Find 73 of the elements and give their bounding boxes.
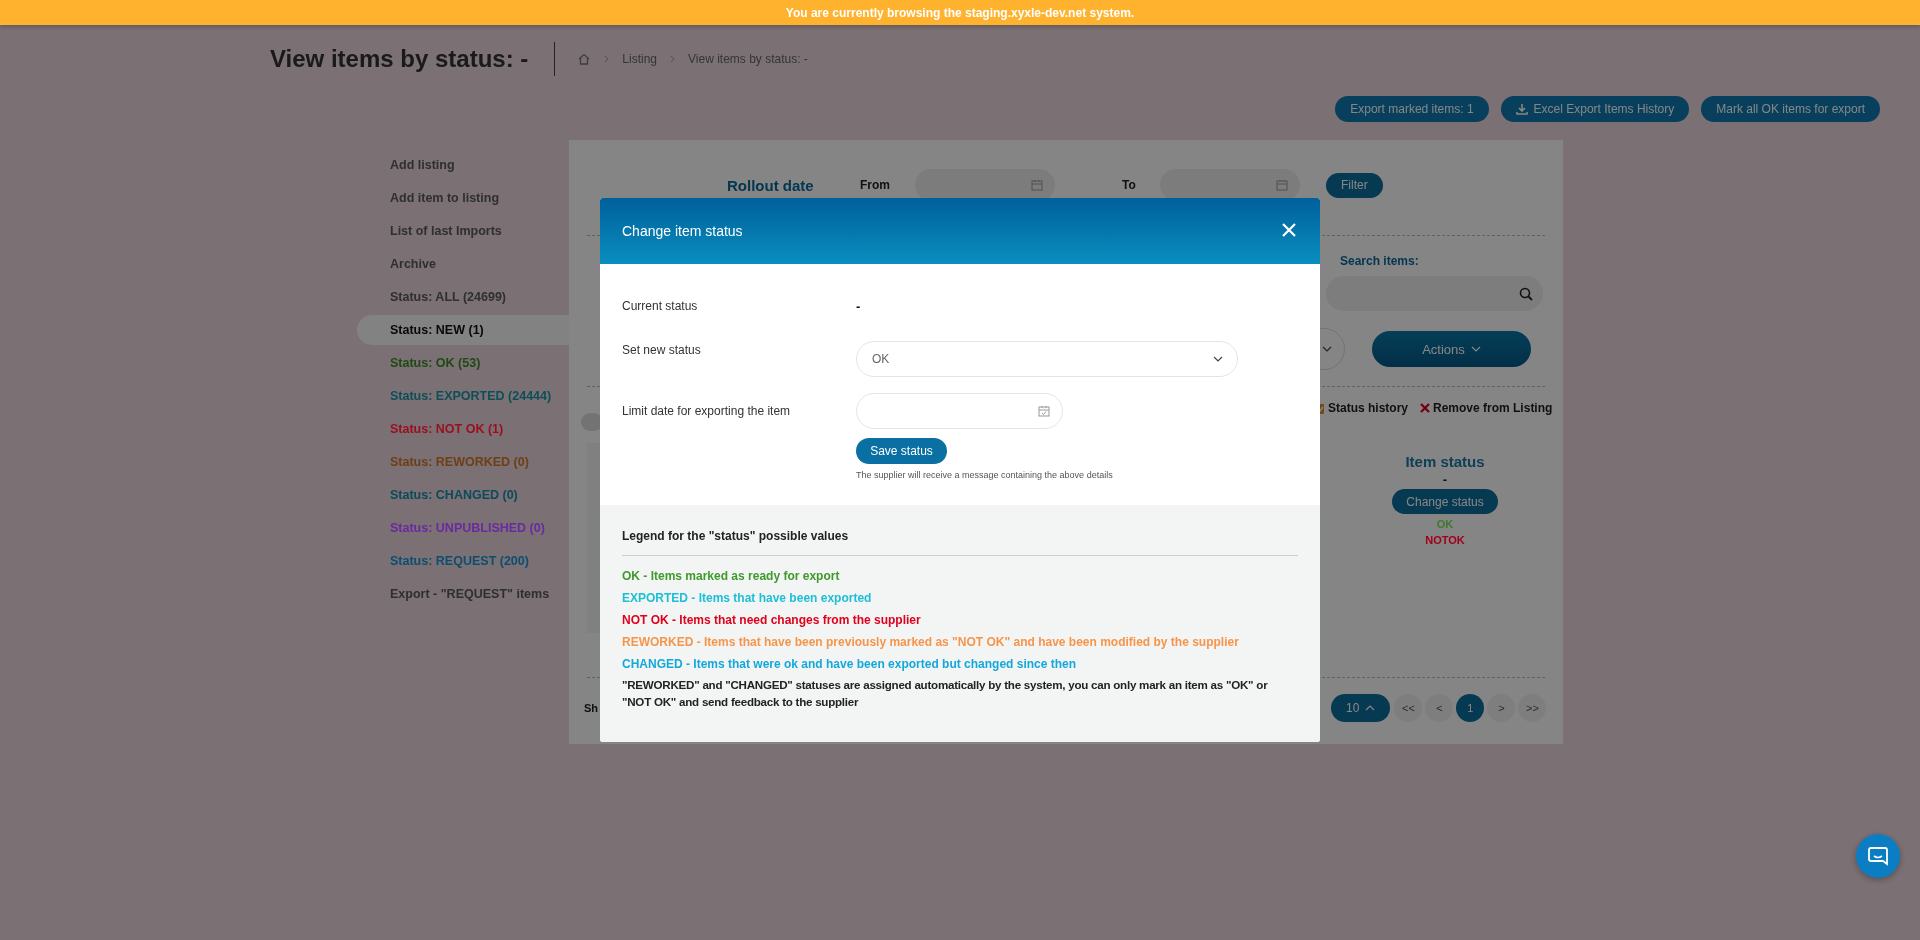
page-title: View items by status: -: [270, 44, 529, 73]
legend-item: NOT OK - Items that need changes from the supplier: [622, 613, 922, 627]
legend-item: REWORKED - Items that have been previously marked as "NOT OK" and have been modified by the supplier: [622, 635, 1240, 649]
date-field[interactable]: [1160, 169, 1300, 201]
chat-icon: [1868, 846, 1888, 866]
sidebar-item[interactable]: List of last Imports: [357, 216, 569, 246]
sidebar-item[interactable]: Status: EXPORTED (24444): [357, 381, 569, 411]
close-icon: [1420, 403, 1430, 413]
column-heading: Item status: [1405, 453, 1485, 470]
close-icon: [1281, 221, 1297, 238]
date-field[interactable]: [915, 169, 1055, 201]
to-label: To: [1122, 178, 1137, 192]
sidebar-item[interactable]: Status: NEW (1): [357, 315, 569, 345]
pagination-button[interactable]: >: [1487, 694, 1516, 722]
sidebar-item[interactable]: Status: NOT OK (1): [357, 414, 569, 444]
sidebar-item[interactable]: Status: ALL (24699): [357, 282, 569, 312]
from-label: From: [860, 178, 891, 192]
status-option[interactable]: NOTOK: [1425, 534, 1465, 546]
search-icon: [1519, 286, 1533, 301]
search-label: Search items:: [1340, 254, 1420, 268]
helper-text: The supplier will receive a message containing the above details: [856, 470, 1113, 480]
chevron-up-icon: [1365, 705, 1376, 711]
chevron-down-icon: [1213, 356, 1223, 362]
field-label: Limit date for exporting the item: [622, 403, 792, 420]
field-label: Current status: [622, 299, 699, 314]
filter-label: Rollout date: [727, 176, 815, 194]
chevron-icon: [604, 54, 610, 63]
breadcrumb-link[interactable]: View items by status: -: [688, 51, 808, 66]
pagination-button[interactable]: <<: [1394, 694, 1423, 722]
breadcrumb-link[interactable]: Listing: [622, 51, 657, 66]
pagination-button[interactable]: <: [1425, 694, 1454, 722]
chevron-down-icon: [1322, 346, 1332, 352]
toggle-knob: [581, 413, 603, 431]
banner-text: You are currently browsing the staging.xyxle-dev.net system.: [785, 5, 1135, 20]
legend-item: EXPORTED - Items that have been exported: [622, 591, 873, 605]
chevron-icon: [670, 54, 675, 63]
calendar-icon: [1031, 179, 1043, 191]
legend-note: "REWORKED" and "CHANGED" statuses are assigned automatically by the system, you can only mark an item as "OK" or "NOT OK" and send feedback to the supplier: [622, 677, 1269, 710]
legend-item: CHANGED - Items that were ok and have been exported but changed since then: [622, 657, 1078, 671]
calendar-icon: [1038, 405, 1050, 417]
sidebar-item[interactable]: Status: REWORKED (0): [357, 447, 569, 477]
field-label: Set new status: [622, 342, 702, 359]
footer-text: Sh: [584, 702, 600, 714]
sidebar-item[interactable]: Status: UNPUBLISHED (0): [357, 513, 569, 543]
filter-button[interactable]: Filter: [1326, 172, 1383, 198]
download-icon: [1515, 103, 1528, 115]
toolbar-button[interactable]: Excel Export Items History: [1500, 96, 1690, 122]
status-value: -: [1442, 472, 1448, 487]
change-status-button[interactable]: Change status: [1392, 489, 1498, 514]
sidebar-item[interactable]: Add item to listing: [357, 183, 569, 213]
sidebar-item[interactable]: Status: CHANGED (0): [357, 480, 569, 510]
chevron-down-icon: [1470, 346, 1481, 352]
home-icon: [577, 51, 592, 66]
toolbar-button[interactable]: Export marked items: 1: [1335, 96, 1489, 122]
sidebar-item[interactable]: Add listing: [357, 150, 569, 180]
pagination-button[interactable]: 1: [1456, 694, 1485, 722]
dialog-title: Change item status: [622, 223, 743, 239]
actions-button[interactable]: Actions: [1372, 331, 1531, 367]
legend-title: Legend for the "status" possible values: [622, 529, 850, 543]
sidebar-item[interactable]: Status: REQUEST (200): [357, 546, 569, 576]
toolbar-button[interactable]: Mark all OK items for export: [1701, 96, 1880, 122]
page-size-select[interactable]: 10: [1331, 694, 1391, 722]
sidebar-item[interactable]: Status: OK (53): [357, 348, 569, 378]
legend-item: OK - Items marked as ready for export: [622, 569, 841, 583]
status-value: -: [856, 299, 861, 314]
action-link[interactable]: Remove from Listing: [1420, 401, 1553, 415]
sidebar-item[interactable]: Archive: [357, 249, 569, 279]
save-button[interactable]: Save status: [856, 438, 947, 464]
pagination-button[interactable]: >>: [1518, 694, 1547, 722]
search-field[interactable]: [1326, 276, 1543, 311]
calendar-icon: [1276, 179, 1288, 191]
chat-button[interactable]: [1856, 834, 1900, 878]
sidebar-item[interactable]: Export - "REQUEST" items: [357, 579, 569, 609]
